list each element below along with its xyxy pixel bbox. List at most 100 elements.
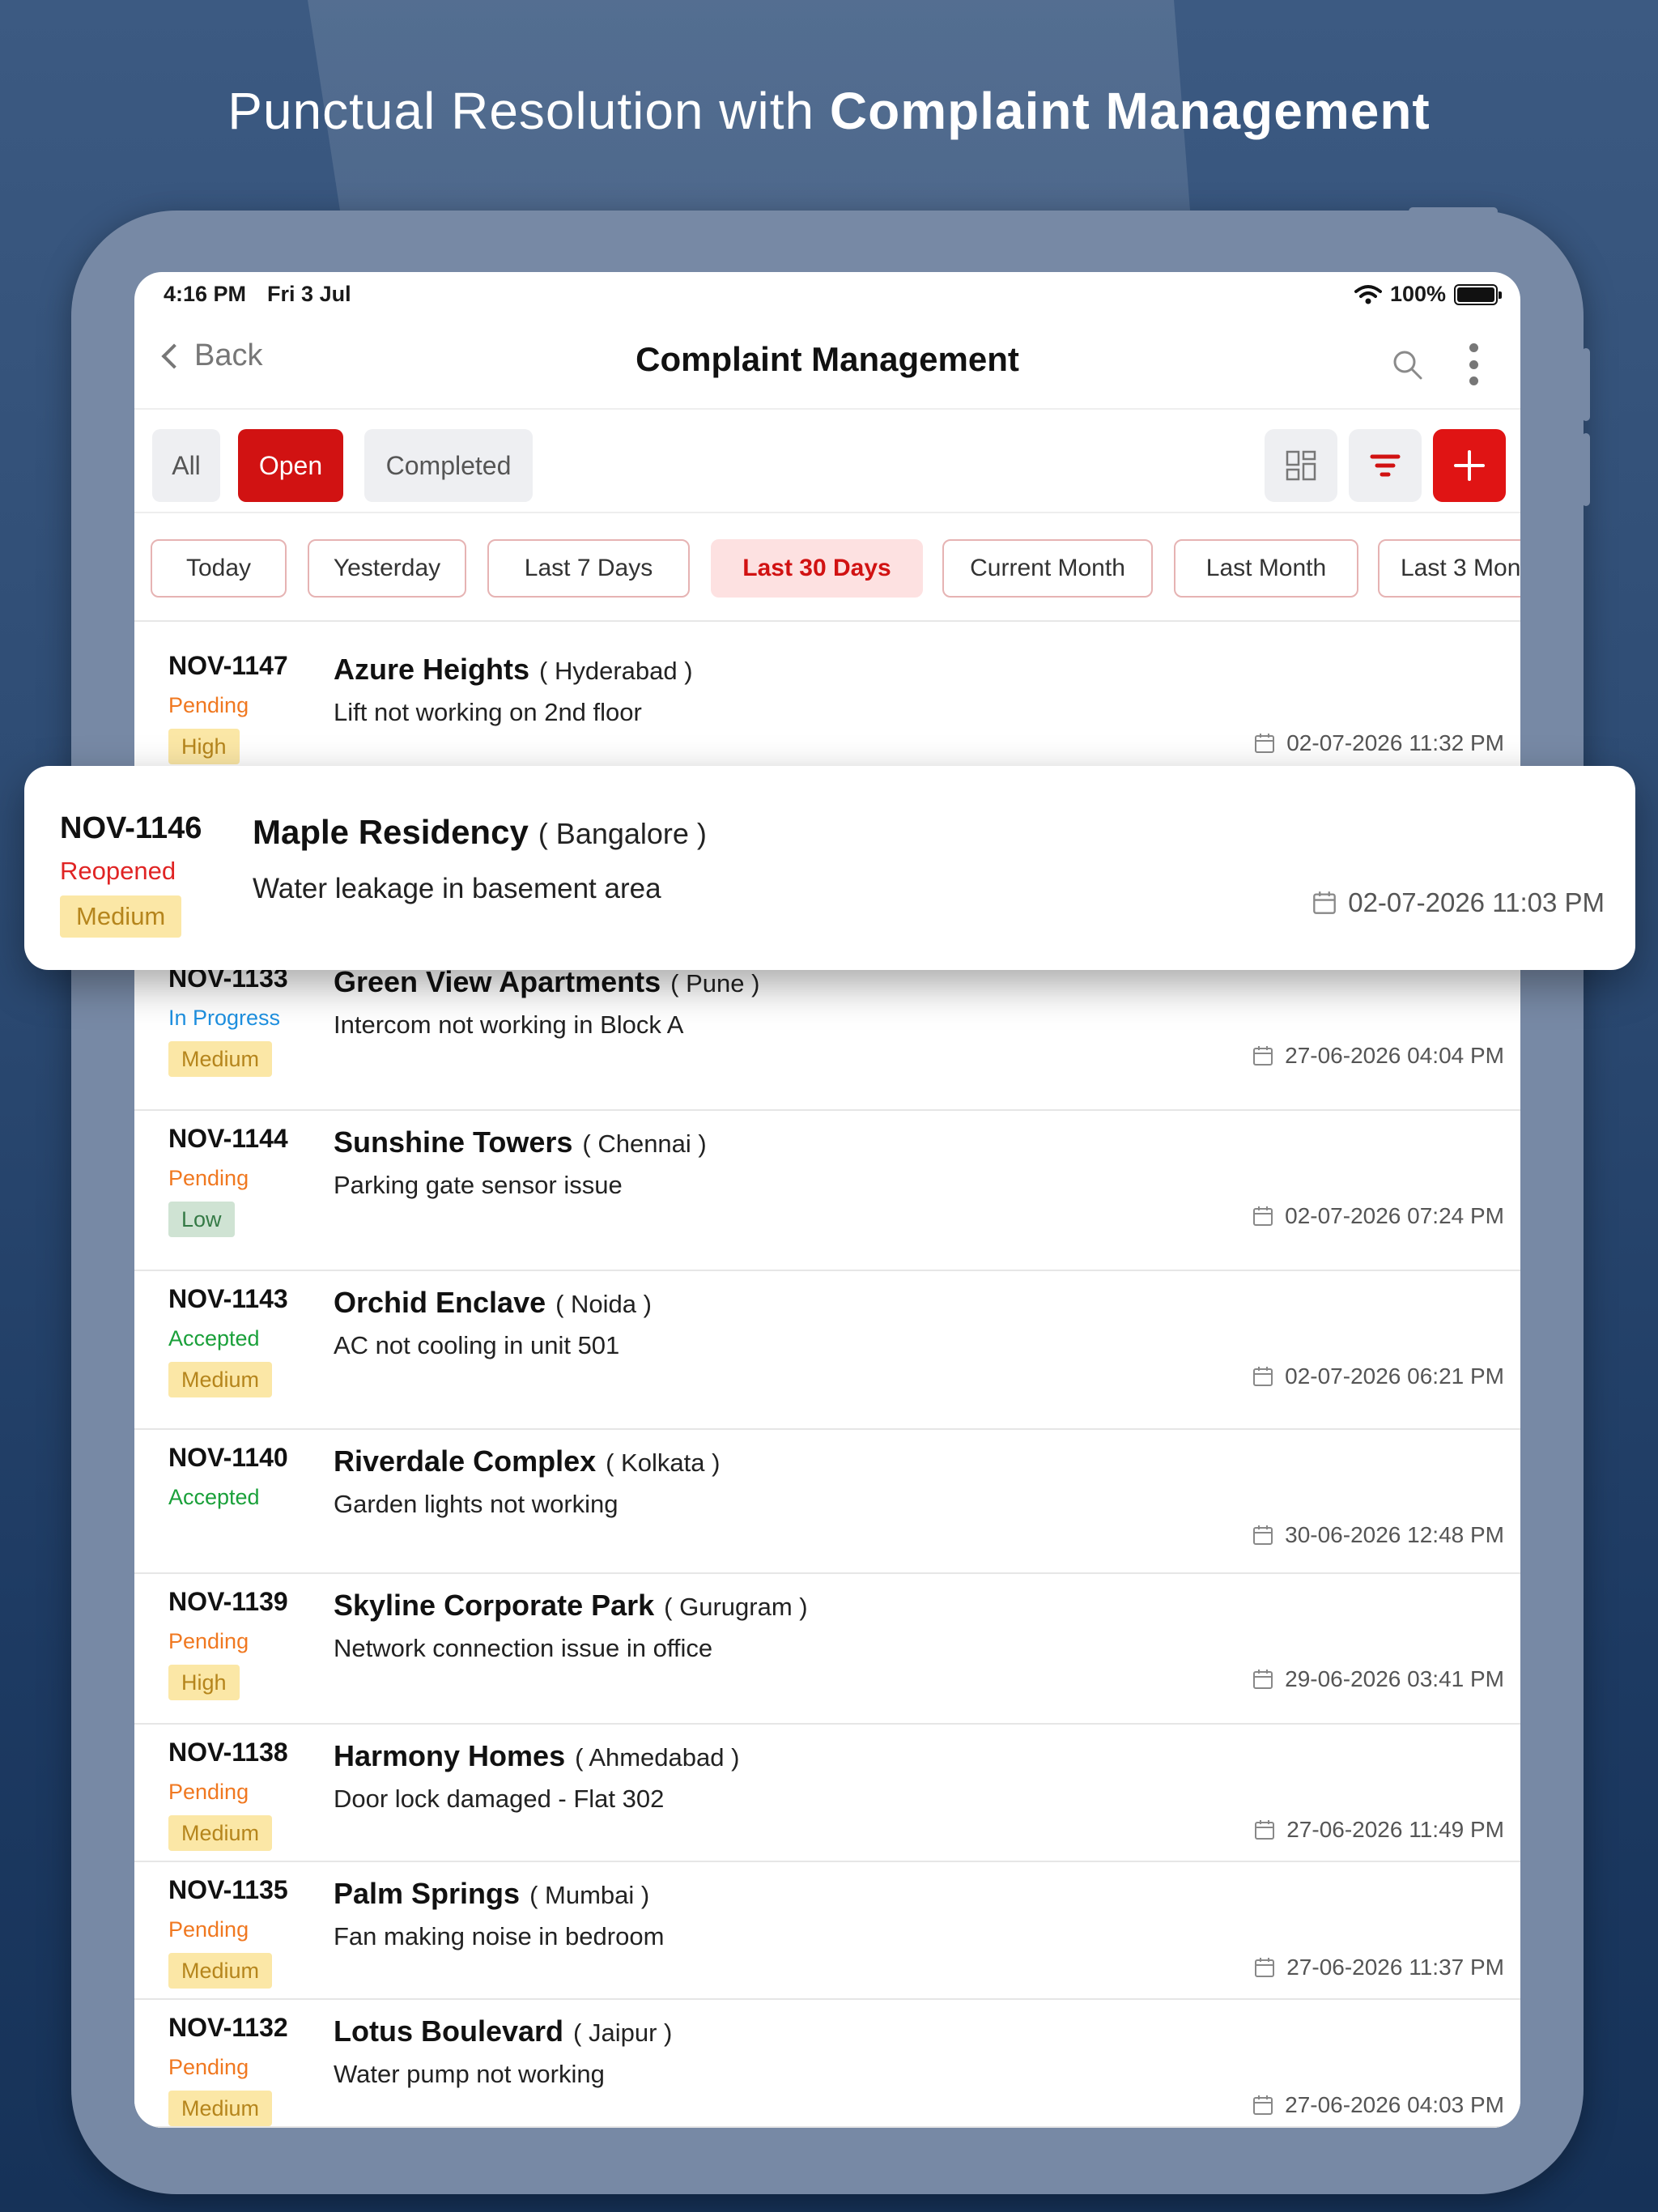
property-city: ( Pune ) <box>670 969 760 998</box>
property-title: Harmony Homes <box>334 1739 566 1772</box>
property-name: Skyline Corporate Park ( Gurugram ) <box>334 1589 808 1623</box>
complaint-status: Accepted <box>168 1485 260 1509</box>
priority-badge: Medium <box>168 2091 273 2126</box>
property-name: Lotus Boulevard ( Jaipur ) <box>334 2014 672 2048</box>
highlighted-complaint-card[interactable]: NOV-1146 Reopened Medium Maple Residency… <box>24 766 1635 970</box>
complaint-id: NOV-1138 <box>168 1738 288 1767</box>
complaint-row[interactable]: NOV-1132 Pending Medium Lotus Boulevard ( Ja… <box>134 2000 1520 2128</box>
complaint-status: In Progress <box>168 1006 281 1030</box>
property-name: Azure Heights ( Hyderabad ) <box>334 653 693 687</box>
complaint-id: NOV-1139 <box>168 1587 288 1616</box>
property-title: Azure Heights <box>334 653 530 686</box>
calendar-icon <box>1255 1820 1275 1840</box>
complaint-date: 02-07-2026 06:21 PM <box>1252 1363 1504 1389</box>
priority-badge: Medium <box>60 895 182 938</box>
complaint-status: Pending <box>168 2055 249 2079</box>
complaint-row[interactable]: NOV-1139 Pending High Skyline Corporate Par… <box>134 1574 1520 1725</box>
headline-bold: Complaint Management <box>829 82 1431 140</box>
complaint-date: 02-07-2026 11:03 PM <box>1312 887 1605 918</box>
priority-badge: High <box>168 1665 240 1700</box>
calendar-icon <box>1313 891 1337 914</box>
priority-badge: Medium <box>168 1362 273 1397</box>
complaint-id: NOV-1140 <box>168 1443 288 1472</box>
date-text: 27-06-2026 04:04 PM <box>1285 1043 1504 1068</box>
date-text: 27-06-2026 11:49 PM <box>1286 1817 1504 1842</box>
calendar-icon <box>1253 1670 1273 1689</box>
property-city: ( Jaipur ) <box>573 2018 673 2047</box>
complaint-row[interactable]: NOV-1147 Pending High Azure Heights ( Hydera… <box>134 623 1520 782</box>
complaint-description: Network connection issue in office <box>334 1634 713 1662</box>
complaint-id: NOV-1147 <box>168 651 288 680</box>
date-text: 02-07-2026 11:32 PM <box>1286 730 1504 755</box>
complaint-row[interactable]: NOV-1135 Pending Medium Palm Springs ( Mumba… <box>134 1862 1520 2000</box>
property-city: ( Ahmedabad ) <box>575 1743 740 1772</box>
property-name: Orchid Enclave ( Noida ) <box>334 1286 652 1320</box>
property-city: ( Kolkata ) <box>606 1448 721 1477</box>
property-name: Maple Residency ( Bangalore ) <box>253 813 707 852</box>
tablet-top-button <box>1409 207 1498 215</box>
priority-badge: Medium <box>168 1953 273 1989</box>
complaint-description: AC not cooling in unit 501 <box>334 1331 620 1359</box>
complaint-row[interactable]: NOV-1133 In Progress Medium Green View Apar… <box>134 951 1520 1111</box>
property-city: ( Gurugram ) <box>664 1593 808 1621</box>
date-text: 30-06-2026 12:48 PM <box>1285 1522 1504 1547</box>
calendar-icon <box>1253 1525 1273 1545</box>
complaint-date: 02-07-2026 11:32 PM <box>1254 730 1504 756</box>
property-name: Palm Springs ( Mumbai ) <box>334 1877 649 1911</box>
property-city: ( Bangalore ) <box>538 817 707 850</box>
complaint-date: 27-06-2026 11:37 PM <box>1254 1955 1504 1980</box>
tablet-volume-up-button <box>1582 348 1590 421</box>
complaint-description: Water pump not working <box>334 2060 605 2088</box>
complaint-date: 29-06-2026 03:41 PM <box>1252 1666 1504 1692</box>
complaint-id: NOV-1143 <box>168 1284 288 1313</box>
complaint-list: NOV-1147 Pending High Azure Heights ( Hydera… <box>134 272 1520 2128</box>
complaint-date: 27-06-2026 04:03 PM <box>1252 2092 1504 2118</box>
complaint-status: Reopened <box>60 857 176 885</box>
calendar-icon <box>1253 2095 1273 2115</box>
complaint-row[interactable]: NOV-1143 Accepted Medium Orchid Enclave ( No… <box>134 1271 1520 1430</box>
calendar-icon <box>1253 1367 1273 1386</box>
complaint-date: 27-06-2026 04:04 PM <box>1252 1043 1504 1069</box>
property-city: ( Noida ) <box>555 1290 652 1318</box>
property-name: Green View Apartments ( Pune ) <box>334 965 759 999</box>
property-city: ( Hyderabad ) <box>539 657 693 685</box>
complaint-date: 30-06-2026 12:48 PM <box>1252 1522 1504 1548</box>
property-title: Green View Apartments <box>334 965 661 998</box>
date-text: 27-06-2026 04:03 PM <box>1285 2092 1504 2117</box>
complaint-description: Fan making noise in bedroom <box>334 1922 665 1950</box>
tablet-volume-down-button <box>1582 433 1590 506</box>
calendar-icon <box>1253 1206 1273 1226</box>
date-text: 27-06-2026 11:37 PM <box>1286 1955 1504 1980</box>
complaint-row[interactable]: NOV-1144 Pending Low Sunshine Towers ( Chenn… <box>134 1111 1520 1271</box>
complaint-status: Accepted <box>168 1326 260 1351</box>
property-title: Lotus Boulevard <box>334 2014 564 2048</box>
property-title: Palm Springs <box>334 1877 521 1910</box>
complaint-description: Water leakage in basement area <box>253 873 661 904</box>
property-title: Orchid Enclave <box>334 1286 546 1319</box>
date-text: 02-07-2026 11:03 PM <box>1348 887 1605 917</box>
complaint-row[interactable]: NOV-1140 Accepted Riverdale Complex ( Kolka… <box>134 1430 1520 1574</box>
priority-badge: High <box>168 729 240 764</box>
complaint-id: NOV-1144 <box>168 1124 288 1153</box>
priority-badge: Medium <box>168 1815 273 1851</box>
complaint-status: Pending <box>168 1629 249 1653</box>
calendar-icon <box>1253 1046 1273 1066</box>
complaint-description: Parking gate sensor issue <box>334 1171 623 1199</box>
property-name: Riverdale Complex ( Kolkata ) <box>334 1444 720 1478</box>
property-city: ( Chennai ) <box>582 1129 707 1158</box>
complaint-id: NOV-1146 <box>60 811 202 845</box>
property-title: Sunshine Towers <box>334 1125 573 1159</box>
complaint-description: Garden lights not working <box>334 1490 619 1518</box>
priority-badge: Low <box>168 1202 235 1237</box>
calendar-icon <box>1255 734 1275 753</box>
complaint-row[interactable]: NOV-1138 Pending Medium Harmony Homes ( Ahme… <box>134 1725 1520 1862</box>
calendar-icon <box>1255 1958 1275 1977</box>
complaint-date: 02-07-2026 07:24 PM <box>1252 1203 1504 1229</box>
complaint-description: Intercom not working in Block A <box>334 1010 684 1039</box>
property-name: Harmony Homes ( Ahmedabad ) <box>334 1739 739 1773</box>
priority-badge: Medium <box>168 1041 273 1077</box>
property-city: ( Mumbai ) <box>529 1881 650 1909</box>
date-text: 02-07-2026 06:21 PM <box>1285 1363 1504 1389</box>
property-title: Skyline Corporate Park <box>334 1589 655 1622</box>
property-title: Riverdale Complex <box>334 1444 597 1478</box>
